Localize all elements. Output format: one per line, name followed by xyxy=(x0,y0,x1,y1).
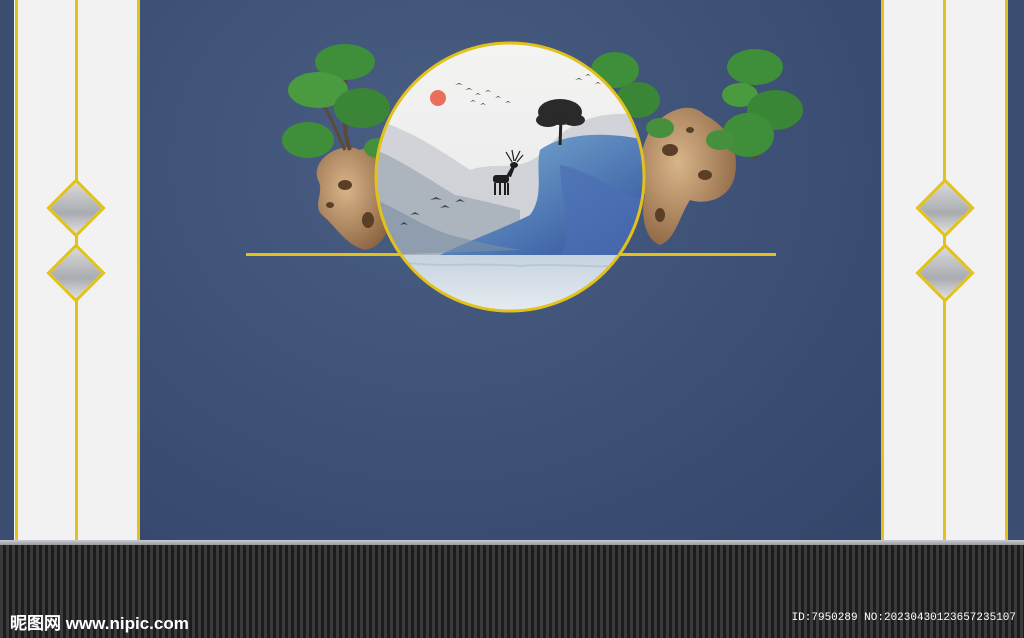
watermark-id: ID:7950289 NO:20230430123657235107 xyxy=(791,612,1016,624)
sun-icon xyxy=(430,90,446,106)
watermark-site: 昵图网 www.nipic.com xyxy=(10,614,189,633)
left-bonsai-tree xyxy=(282,44,392,158)
mural-scene: 昵图网 www.nipic.com ID:7950289 NO:20230430… xyxy=(0,0,1024,638)
right-bonsai-tree-far xyxy=(706,49,803,161)
